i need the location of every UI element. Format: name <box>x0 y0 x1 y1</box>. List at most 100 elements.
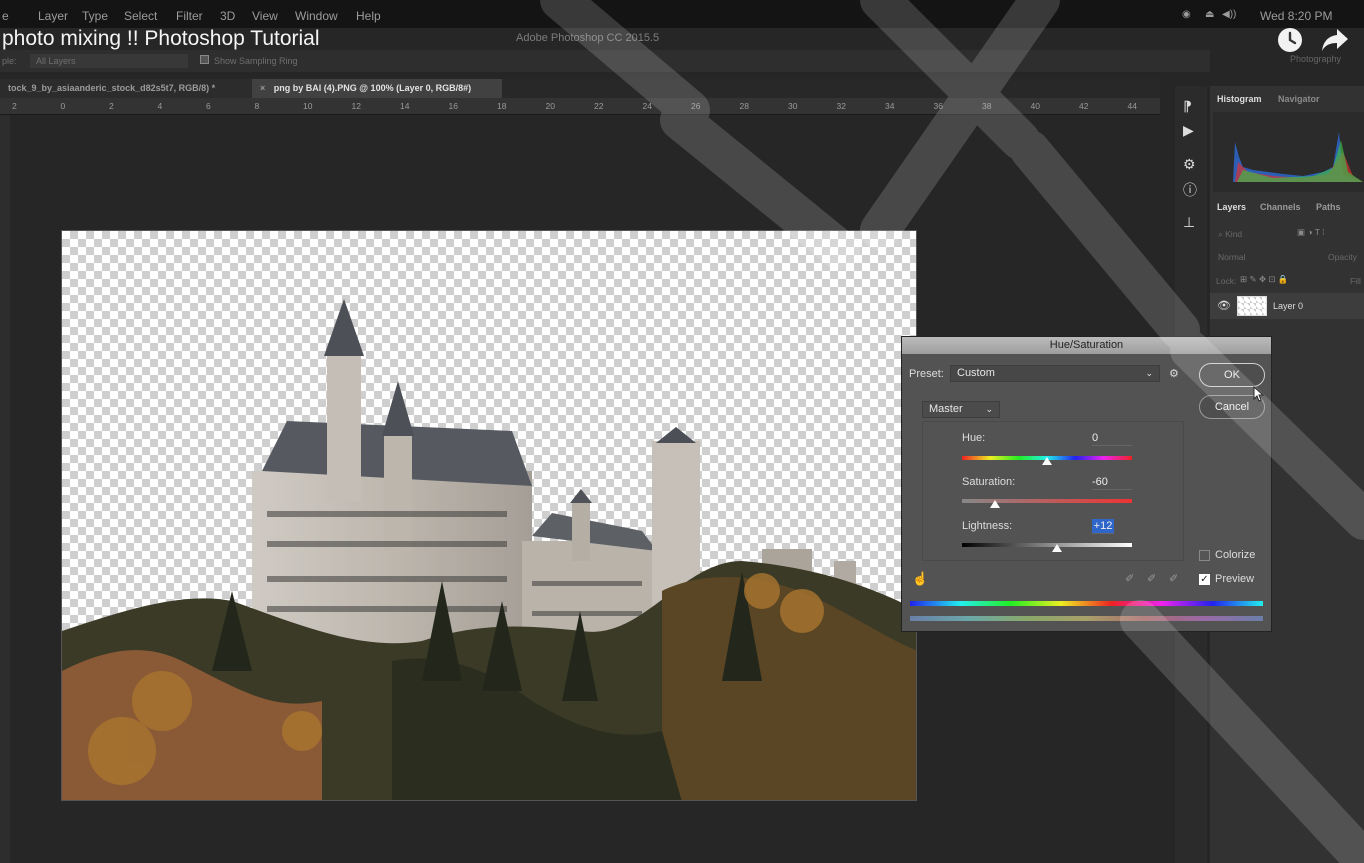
clock-icon[interactable] <box>1276 26 1304 54</box>
info-icon[interactable]: ⓘ <box>1183 180 1197 200</box>
menu-item-layer[interactable]: Layer <box>38 9 68 23</box>
colorize-checkbox[interactable] <box>1199 550 1210 561</box>
show-ring-checkbox[interactable] <box>200 55 209 64</box>
layer-row[interactable]: 👁 Layer 0 <box>1210 293 1364 319</box>
ruler-tick-label: 26 <box>691 101 701 111</box>
ruler-tick-label: 18 <box>497 101 507 111</box>
castle-image <box>62 299 916 800</box>
color-bar-top <box>910 601 1263 606</box>
tab-document-png[interactable]: × png by BAI (4).PNG @ 100% (Layer 0, RG… <box>252 79 502 98</box>
menu-item-view[interactable]: View <box>252 9 278 23</box>
volume-icon[interactable]: ◀)) <box>1222 9 1236 20</box>
saturation-slider-thumb[interactable] <box>990 500 1000 508</box>
vertical-ruler[interactable] <box>0 115 10 863</box>
close-tab-icon[interactable]: × <box>260 83 265 93</box>
ruler-tick-label: 38 <box>982 101 992 111</box>
ruler-tick-label: 14 <box>400 101 410 111</box>
channel-select[interactable]: Master ⌄ <box>922 401 1000 418</box>
hue-value-field[interactable]: 0 <box>1092 431 1132 446</box>
share-arrow-icon[interactable] <box>1320 27 1350 53</box>
tab-document-stock[interactable]: tock_9_by_asiaanderic_stock_d82s5t7, RGB… <box>0 79 252 98</box>
preview-checkbox[interactable]: ✓ <box>1199 574 1210 585</box>
preset-label: Preset: <box>909 368 944 380</box>
history-icon[interactable]: ⁋ <box>1183 98 1192 115</box>
tab-layers[interactable]: Layers <box>1217 202 1246 212</box>
app-title: Adobe Photoshop CC 2015.5 <box>516 32 660 44</box>
tab-channels[interactable]: Channels <box>1260 202 1301 212</box>
layer-name[interactable]: Layer 0 <box>1273 301 1303 311</box>
ruler-tick-label: 44 <box>1127 101 1137 111</box>
chevron-down-icon: ⌄ <box>985 404 993 414</box>
tab-navigator[interactable]: Navigator <box>1278 94 1320 104</box>
ruler-tick-label: 6 <box>206 101 211 111</box>
ruler-tick-label: 40 <box>1030 101 1040 111</box>
eject-icon[interactable]: ⏏ <box>1205 9 1214 20</box>
menu-item-3d[interactable]: 3D <box>220 9 235 23</box>
menu-item-file-partial[interactable]: e <box>2 9 9 23</box>
eyedropper-icon[interactable]: ✐ <box>1125 572 1134 585</box>
preset-select[interactable]: Custom ⌄ <box>950 365 1160 382</box>
lightness-label: Lightness: <box>962 520 1013 532</box>
menu-item-filter[interactable]: Filter <box>176 9 203 23</box>
sample-select[interactable]: All Layers <box>30 54 188 68</box>
lightness-slider[interactable] <box>962 543 1132 547</box>
fill-label: Fill <box>1350 276 1361 286</box>
colorize-label: Colorize <box>1215 549 1256 561</box>
ruler-tick-label: 16 <box>448 101 458 111</box>
layer-kind-filter[interactable]: ⌕ Kind <box>1218 229 1242 240</box>
hue-saturation-dialog: Hue/Saturation Preset: Custom ⌄ ⚙ OK Can… <box>901 336 1272 632</box>
channel-value: Master <box>929 403 963 415</box>
eyedropper-minus-icon[interactable]: ✐ <box>1169 572 1178 585</box>
ruler-tick-label: 28 <box>739 101 749 111</box>
ruler-tick-label: 2 <box>12 101 17 111</box>
saturation-value-field[interactable]: -60 <box>1092 475 1132 490</box>
horizontal-ruler[interactable]: 2 0 2 4 6 8 10 12 14 16 18 20 22 24 26 28 30 32 34 36 38 40 42… <box>0 98 1160 115</box>
ruler-tick-label: 10 <box>303 101 313 111</box>
adjustments-icon[interactable]: ⚙ <box>1183 156 1196 173</box>
eyedropper-plus-icon[interactable]: ✐ <box>1147 572 1156 585</box>
menu-item-select[interactable]: Select <box>124 9 157 23</box>
targeted-adjustment-hand-icon[interactable]: ☝ <box>912 571 928 587</box>
preview-label: Preview <box>1215 573 1255 585</box>
lightness-slider-thumb[interactable] <box>1052 544 1062 552</box>
visibility-eye-icon[interactable]: 👁 <box>1217 299 1231 312</box>
ruler-tick-label: 30 <box>788 101 798 111</box>
menu-item-help[interactable]: Help <box>356 9 381 23</box>
ruler-tick-label: 36 <box>933 101 943 111</box>
color-bar-bottom <box>910 616 1263 621</box>
document-canvas[interactable] <box>61 230 917 801</box>
opacity-label: Opacity <box>1328 252 1357 262</box>
preset-options-gear-icon[interactable]: ⚙ <box>1169 367 1179 380</box>
hue-slider-thumb[interactable] <box>1042 457 1052 465</box>
ruler-tick-label: 8 <box>254 101 260 111</box>
blend-mode-select[interactable]: Normal <box>1218 252 1245 262</box>
system-clock: Wed 8:20 PM <box>1260 9 1333 23</box>
hue-label: Hue: <box>962 432 986 444</box>
ruler-tick-label: 34 <box>885 101 895 111</box>
layer-filter-icons[interactable]: ▣ ◑ T ⁞ <box>1297 227 1325 238</box>
lock-label: Lock: <box>1216 276 1237 286</box>
lock-icons[interactable]: ⊞ ✎ ✥ ⊡ 🔒 <box>1240 274 1289 285</box>
workspace-switcher[interactable]: Photography <box>1290 54 1341 64</box>
ruler-tick-label: 4 <box>157 101 163 111</box>
ok-button[interactable]: OK <box>1199 363 1265 387</box>
preset-value: Custom <box>957 367 995 379</box>
lightness-value-field[interactable]: +12 <box>1092 519 1114 534</box>
tab-histogram[interactable]: Histogram <box>1217 94 1262 104</box>
ruler-tick-label: 22 <box>594 101 604 111</box>
record-icon[interactable]: ◉ <box>1182 9 1191 20</box>
saturation-slider[interactable] <box>962 499 1132 503</box>
properties-icon[interactable]: ⊥ <box>1183 214 1195 231</box>
video-title[interactable]: photo mixing !! Photoshop Tutorial <box>2 27 320 51</box>
layer-thumbnail[interactable] <box>1237 296 1267 316</box>
tab-paths[interactable]: Paths <box>1316 202 1341 212</box>
kind-placeholder: Kind <box>1225 229 1243 239</box>
histogram-graph <box>1213 112 1364 192</box>
menu-item-type[interactable]: Type <box>82 9 108 23</box>
ruler-tick-label: 2 <box>109 101 114 111</box>
menu-item-window[interactable]: Window <box>295 9 338 23</box>
dialog-title[interactable]: Hue/Saturation <box>902 337 1271 354</box>
ruler-tick-label: 42 <box>1079 101 1089 111</box>
actions-play-icon[interactable]: ▶ <box>1183 122 1194 139</box>
mouse-cursor-icon <box>1253 385 1265 407</box>
